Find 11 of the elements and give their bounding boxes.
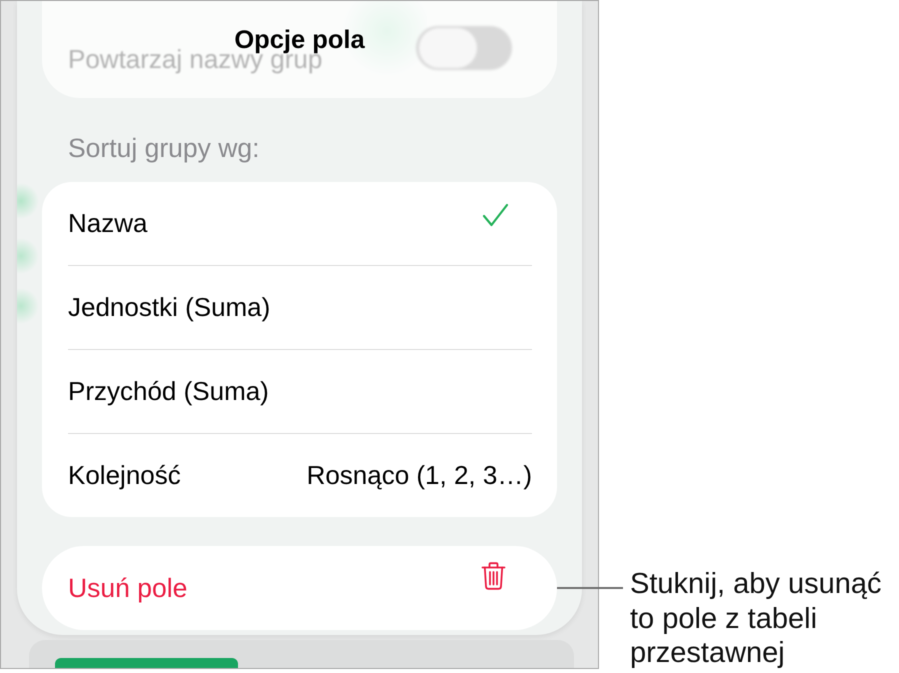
callout-text: Stuknij, aby usunąć to pole z tabeli przestawnej — [630, 567, 882, 670]
sort-option[interactable]: Przychód (Suma) — [68, 350, 532, 434]
sort-option[interactable]: Jednostki (Suma) — [68, 266, 532, 350]
order-value[interactable]: Rosnąco (1, 2, 3…) — [306, 460, 532, 491]
toggle-switch[interactable] — [416, 26, 512, 70]
section-label: Sortuj grupy wg: — [68, 133, 260, 163]
leader-line — [557, 587, 623, 588]
trash-icon — [481, 562, 506, 590]
delete-field-button[interactable]: Usuń pole — [42, 546, 557, 630]
sort-option[interactable]: Nazwa — [68, 182, 532, 266]
order-label: Kolejność — [68, 460, 181, 491]
